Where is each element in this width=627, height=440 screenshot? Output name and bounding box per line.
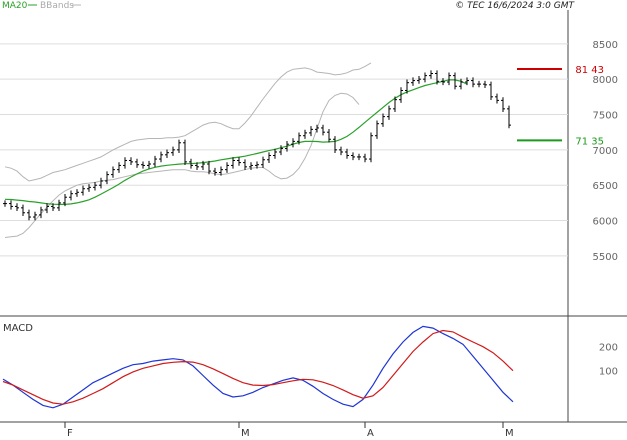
macd-tick-label: 200 [599, 343, 618, 354]
price-tick-label: 8500 [593, 40, 618, 51]
legend-bbands: BBands [40, 1, 74, 11]
month-tick-label: M [241, 428, 250, 439]
macd-tick-label: 100 [599, 367, 618, 378]
chart-background [0, 0, 627, 440]
legend-ma20: MA20 [2, 1, 28, 11]
price-tick-label: 8000 [593, 75, 618, 86]
stock-chart: 81 4371 35 85008000750070006500600055002… [0, 0, 627, 440]
price-tick-label: 7000 [593, 146, 618, 157]
month-tick-label: F [67, 428, 73, 439]
macd-title: MACD [3, 323, 33, 334]
month-tick-label: M [505, 428, 514, 439]
price-tick-label: 6000 [593, 217, 618, 228]
price-tick-label: 7500 [593, 111, 618, 122]
price-tick-label: 5500 [593, 252, 618, 263]
price-tick-label: 6500 [593, 181, 618, 192]
copyright-timestamp: © TEC 16/6/2024 3:0 GMT [455, 1, 575, 11]
month-tick-label: A [367, 428, 374, 439]
